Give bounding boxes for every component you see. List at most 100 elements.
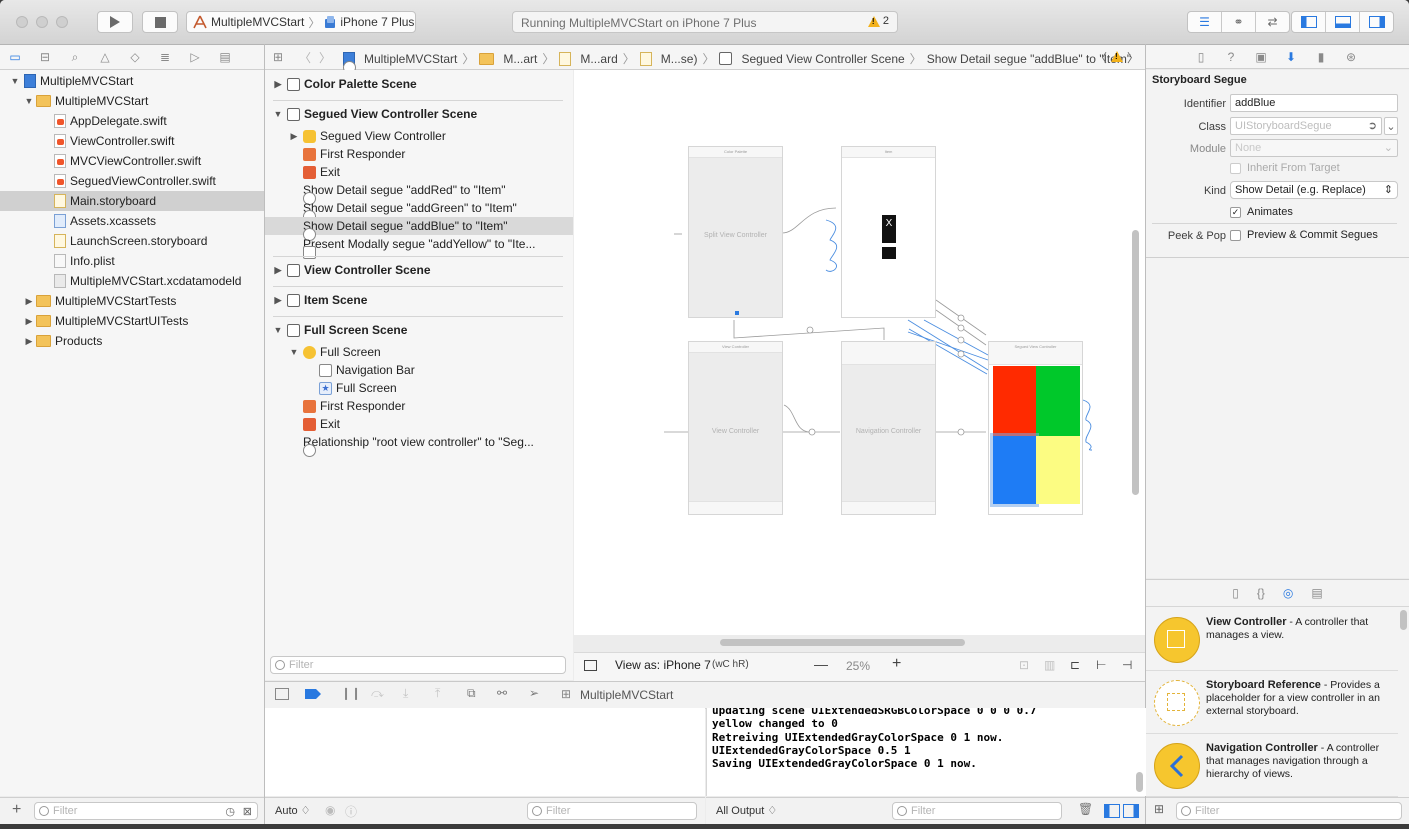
scheme-selector[interactable]: MultipleMVCStart 〉 iPhone 7 Plus xyxy=(186,11,416,33)
warning-indicator[interactable]: 2 xyxy=(867,15,889,27)
navigator-row[interactable]: ▼ MultipleMVCStart xyxy=(0,71,264,91)
navigator-row[interactable]: SeguedViewController.swift xyxy=(0,171,264,191)
outline-scene-row[interactable]: ▶ Color Palette Scene xyxy=(265,75,573,93)
warning-icon[interactable] xyxy=(1111,51,1123,62)
output-selector[interactable]: All Output ♢ xyxy=(716,804,777,817)
navigator-filter-field[interactable]: Filter ◷ ⊠ xyxy=(34,802,258,820)
add-constraints-icon[interactable]: ⊢ xyxy=(1096,658,1106,672)
zoom-in-button[interactable]: + xyxy=(892,655,901,673)
console-filter-field[interactable]: Filter xyxy=(892,802,1062,820)
show-outline-icon[interactable] xyxy=(584,660,597,671)
outline-filter-field[interactable]: Filter xyxy=(270,656,566,674)
file-inspector-icon[interactable]: ▯ xyxy=(1186,50,1216,64)
library-scrollbar[interactable] xyxy=(1400,610,1407,630)
identity-inspector-icon[interactable]: ▣ xyxy=(1246,50,1276,64)
next-issue-icon[interactable]: 〉 xyxy=(1127,49,1139,66)
outline-row[interactable]: ▶ Segued View Controller xyxy=(265,127,573,145)
class-dropdown-button[interactable]: ⌄ xyxy=(1384,117,1398,135)
breakpoints-toggle-icon[interactable] xyxy=(305,689,321,699)
navigator-row[interactable]: Assets.xcassets xyxy=(0,211,264,231)
navigator-row-selected[interactable]: Main.storyboard xyxy=(0,191,264,211)
pause-icon[interactable]: ❙❙ xyxy=(341,686,361,700)
navigator-row[interactable]: ▶ MultipleMVCStartUITests xyxy=(0,311,264,331)
identifier-field[interactable]: addBlue xyxy=(1230,94,1398,112)
quick-look-icon[interactable]: ◉ xyxy=(325,803,335,817)
library-filter-field[interactable]: Filter xyxy=(1176,802,1402,820)
outline-row[interactable]: Navigation Bar xyxy=(265,361,573,379)
outline-scene-row[interactable]: ▼ Full Screen Scene xyxy=(265,321,573,339)
outline-scene-row[interactable]: ▼ Segued View Controller Scene xyxy=(265,105,573,123)
object-library-icon[interactable]: ◎ xyxy=(1283,586,1293,600)
source-control-icon[interactable]: ⊟ xyxy=(30,50,60,64)
issue-navigator-icon[interactable]: △ xyxy=(90,50,120,64)
step-out-icon[interactable]: ⤒ xyxy=(435,686,440,701)
disclosure-open-icon[interactable]: ▼ xyxy=(273,325,283,335)
zoom-window-button[interactable] xyxy=(56,16,68,28)
toggle-debug-area-button[interactable] xyxy=(1326,12,1360,32)
outline-row[interactable]: First Responder xyxy=(265,397,573,415)
add-file-button[interactable]: + xyxy=(12,801,21,819)
report-navigator-icon[interactable]: ▤ xyxy=(210,50,240,64)
canvas-horizontal-scrollbar[interactable] xyxy=(720,639,965,646)
console-output[interactable]: updating scene UIExtendedSRGBColorSpace … xyxy=(706,708,1146,796)
navigator-row[interactable]: Info.plist xyxy=(0,251,264,271)
preview-commit-checkbox[interactable]: Preview & Commit Segues xyxy=(1230,229,1378,241)
disclosure-closed-icon[interactable]: ▶ xyxy=(273,79,283,90)
scene-color-palette[interactable]: Color Palette Split View Controller xyxy=(688,146,783,318)
scene-navigation-controller[interactable]: Navigation Controller xyxy=(841,341,936,515)
connections-inspector-icon[interactable]: ⊛ xyxy=(1336,50,1366,64)
project-navigator-icon[interactable]: ▭ xyxy=(0,50,30,64)
disclosure-open-icon[interactable]: ▼ xyxy=(10,76,20,86)
go-to-class-icon[interactable]: ➲ xyxy=(1368,119,1377,132)
minimize-window-button[interactable] xyxy=(36,16,48,28)
disclosure-open-icon[interactable]: ▼ xyxy=(289,347,299,357)
breadcrumb-item[interactable]: M...art xyxy=(503,52,537,66)
palette-green[interactable] xyxy=(1036,366,1080,436)
console-layout-icon[interactable] xyxy=(1104,804,1140,818)
test-navigator-icon[interactable]: ◇ xyxy=(120,50,150,64)
simulate-location-icon[interactable]: ➢ xyxy=(529,686,539,700)
view-debugger-icon[interactable]: ⧉ xyxy=(467,686,476,701)
variables-filter-field[interactable]: Filter xyxy=(527,802,697,820)
outline-scene-row[interactable]: ▶ Item Scene xyxy=(265,291,573,309)
outline-row-selected[interactable]: Show Detail segue "addBlue" to "Item" xyxy=(265,217,573,241)
console-scrollbar[interactable] xyxy=(1136,772,1143,792)
disclosure-open-icon[interactable]: ▼ xyxy=(273,109,283,119)
library-item-view-controller[interactable]: View Controller - A controller that mana… xyxy=(1146,608,1398,671)
navigator-row[interactable]: LaunchScreen.storyboard xyxy=(0,231,264,251)
outline-row[interactable]: ★ Full Screen xyxy=(265,379,573,397)
outline-row[interactable]: First Responder xyxy=(265,145,573,163)
outline-scene-row[interactable]: ▶ View Controller Scene xyxy=(265,261,573,279)
memory-graph-icon[interactable]: ⚯ xyxy=(497,686,507,700)
find-navigator-icon[interactable]: ⌕ xyxy=(60,50,90,65)
hide-debug-area-icon[interactable] xyxy=(275,688,289,700)
debug-navigator-icon[interactable]: ≣ xyxy=(150,50,180,64)
outline-row[interactable]: ▼ Full Screen xyxy=(265,343,573,361)
stop-button[interactable] xyxy=(142,11,178,33)
disclosure-open-icon[interactable]: ▼ xyxy=(24,96,34,106)
outline-row[interactable]: Exit xyxy=(265,415,573,433)
assistant-editor-button[interactable]: ⚭ xyxy=(1222,12,1256,32)
navigator-row[interactable]: AppDelegate.swift xyxy=(0,111,264,131)
run-button[interactable] xyxy=(97,11,133,33)
navigator-row[interactable]: ▶ MultipleMVCStartTests xyxy=(0,291,264,311)
resolve-issues-icon[interactable]: ⊣ xyxy=(1122,658,1132,672)
inherit-from-target-checkbox[interactable]: Inherit From Target xyxy=(1230,162,1340,174)
disclosure-closed-icon[interactable]: ▶ xyxy=(289,131,299,142)
outline-row[interactable]: Show Detail segue "addGreen" to "Item" xyxy=(265,199,573,223)
disclosure-closed-icon[interactable]: ▶ xyxy=(273,265,283,276)
outline-row[interactable]: Exit xyxy=(265,163,573,181)
grid-view-icon[interactable]: ⊞ xyxy=(1154,802,1164,816)
embed-in-stack-icon[interactable]: ▥ xyxy=(1044,658,1055,672)
navigator-row[interactable]: ViewController.swift xyxy=(0,131,264,151)
breadcrumb-item[interactable]: MultipleMVCStart xyxy=(364,52,457,66)
step-over-icon[interactable]: ⤼ xyxy=(371,686,384,701)
attributes-inspector-icon[interactable]: ⬇ xyxy=(1276,50,1306,64)
view-as-label[interactable]: View as: iPhone 7 xyxy=(615,658,711,672)
zoom-out-button[interactable]: — xyxy=(814,656,828,672)
forward-arrow-icon[interactable]: 〉 xyxy=(319,49,331,66)
palette-blue[interactable] xyxy=(990,433,1039,507)
disclosure-closed-icon[interactable]: ▶ xyxy=(24,296,34,307)
code-snippet-icon[interactable]: {} xyxy=(1257,586,1265,600)
module-field[interactable]: None ⌄ xyxy=(1230,139,1398,157)
